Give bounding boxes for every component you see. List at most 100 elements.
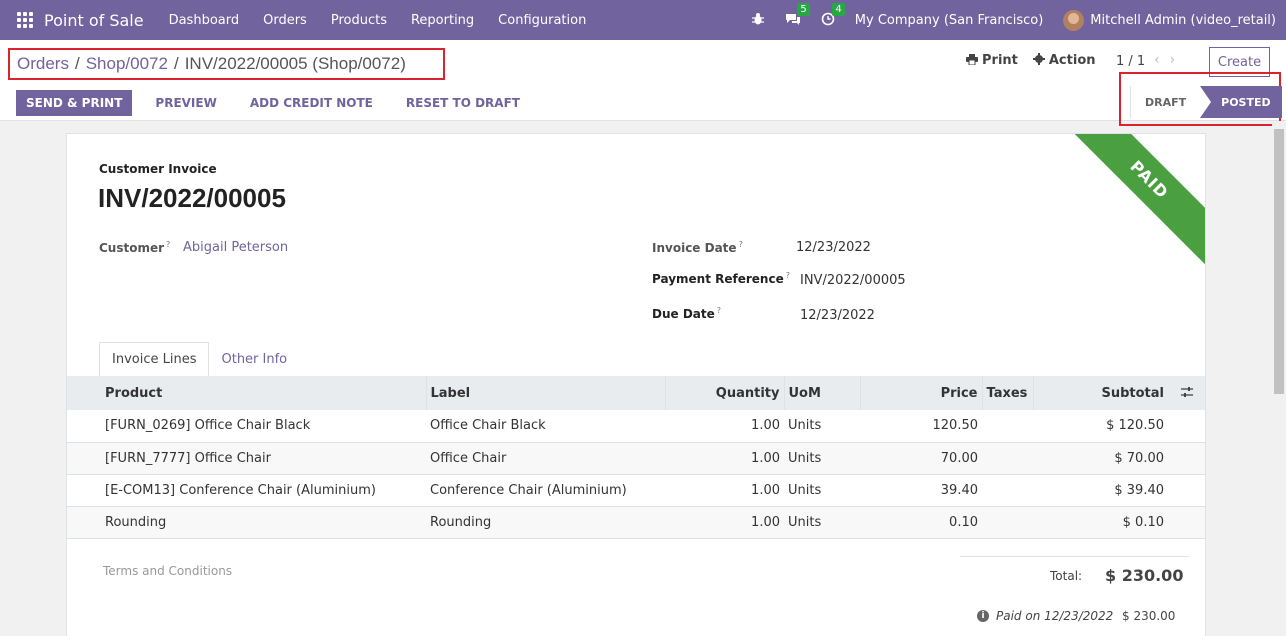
user-menu[interactable]: Mitchell Admin (video_retail)	[1090, 13, 1276, 28]
invoice-lines-table: Product Label Quantity UoM Price Taxes S…	[67, 376, 1205, 539]
send-print-button[interactable]: SEND & PRINT	[16, 90, 133, 116]
cell-subtotal: $ 39.40	[1114, 482, 1164, 498]
user-avatar[interactable]	[1063, 9, 1085, 31]
messages-count-badge: 5	[797, 3, 810, 16]
due-date-label: Due Date?	[652, 306, 722, 321]
cell-label[interactable]: Rounding	[426, 506, 665, 538]
table-row[interactable]: [FURN_0269] Office Chair Black Office Ch…	[67, 410, 1205, 442]
cell-label[interactable]: Office Chair	[426, 442, 665, 474]
pager-next-icon[interactable]: ›	[1170, 52, 1186, 68]
cell-uom[interactable]: Units	[784, 442, 860, 474]
debug-bug-icon[interactable]	[750, 12, 766, 28]
cell-quantity[interactable]: 1.00	[665, 410, 784, 442]
cell-uom[interactable]: Units	[784, 410, 860, 442]
table-header-row: Product Label Quantity UoM Price Taxes S…	[67, 376, 1205, 410]
action-button[interactable]: Action	[1032, 53, 1096, 68]
notebook-tabs: Invoice Lines Other Info	[99, 342, 299, 377]
menu-configuration[interactable]: Configuration	[498, 13, 586, 28]
optional-columns-icon[interactable]	[1168, 376, 1205, 410]
status-draft[interactable]: DRAFT	[1130, 86, 1201, 118]
breadcrumb: Orders / Shop/0072 / INV/2022/00005 (Sho…	[8, 48, 445, 80]
tab-other-info[interactable]: Other Info	[209, 342, 299, 377]
company-switcher[interactable]: My Company (San Francisco)	[855, 13, 1043, 28]
total-label: Total:	[1050, 569, 1083, 583]
header-quantity[interactable]: Quantity	[665, 376, 785, 410]
cell-product[interactable]: [E-COM13] Conference Chair (Aluminium)	[101, 474, 426, 506]
cell-uom[interactable]: Units	[784, 506, 860, 538]
menu-products[interactable]: Products	[331, 13, 387, 28]
cell-taxes[interactable]	[982, 442, 1033, 474]
header-uom[interactable]: UoM	[784, 376, 861, 410]
paid-ribbon: PAID	[1057, 134, 1205, 272]
control-panel: Orders / Shop/0072 / INV/2022/00005 (Sho…	[0, 40, 1286, 126]
invoice-sheet: PAID Customer Invoice INV/2022/00005 Cus…	[66, 133, 1206, 636]
activities-clock-icon[interactable]: 4	[820, 3, 845, 28]
cell-subtotal: $ 0.10	[1122, 514, 1164, 530]
table-row[interactable]: [FURN_7777] Office Chair Office Chair 1.…	[67, 442, 1205, 474]
invoice-date-label: Invoice Date?	[652, 240, 743, 255]
pager-previous-icon[interactable]: ‹	[1154, 52, 1170, 68]
header-taxes[interactable]: Taxes	[982, 376, 1034, 410]
header-price[interactable]: Price	[860, 376, 983, 410]
customer-label: Customer?	[99, 240, 171, 255]
menu-orders[interactable]: Orders	[263, 13, 307, 28]
pager-value[interactable]: 1 / 1	[1116, 54, 1145, 69]
cell-price[interactable]: 0.10	[860, 506, 982, 538]
breadcrumb-separator: /	[74, 54, 80, 73]
menu-dashboard[interactable]: Dashboard	[169, 13, 240, 28]
cell-taxes[interactable]	[982, 506, 1033, 538]
status-bar: DRAFT POSTED	[1130, 86, 1283, 118]
payment-info-text: Paid on 12/23/2022	[996, 609, 1114, 623]
cell-taxes[interactable]	[982, 410, 1033, 442]
cell-subtotal: $ 70.00	[1114, 450, 1164, 466]
menu-reporting[interactable]: Reporting	[411, 13, 474, 28]
header-label[interactable]: Label	[426, 376, 666, 410]
cell-uom[interactable]: Units	[784, 474, 860, 506]
cell-subtotal: $ 120.50	[1106, 418, 1164, 434]
info-icon[interactable]: i	[977, 610, 989, 622]
cell-quantity[interactable]: 1.00	[665, 442, 784, 474]
cell-quantity[interactable]: 1.00	[665, 474, 784, 506]
print-label: Print	[982, 53, 1018, 68]
table-row[interactable]: [E-COM13] Conference Chair (Aluminium) C…	[67, 474, 1205, 506]
breadcrumb-shop-order[interactable]: Shop/0072	[86, 54, 168, 74]
invoice-number: INV/2022/00005	[98, 183, 286, 213]
invoice-date-field[interactable]: 12/23/2022	[796, 240, 871, 255]
print-button[interactable]: Print	[966, 53, 1018, 68]
cell-product[interactable]: Rounding	[101, 506, 426, 538]
terms-and-conditions-field[interactable]: Terms and Conditions	[103, 564, 232, 578]
messages-icon[interactable]: 5	[785, 3, 810, 28]
cell-quantity[interactable]: 1.00	[665, 506, 784, 538]
cell-price[interactable]: 39.40	[860, 474, 982, 506]
customer-field[interactable]: Abigail Peterson	[183, 240, 288, 255]
reset-to-draft-button[interactable]: RESET TO DRAFT	[396, 90, 530, 116]
app-name[interactable]: Point of Sale	[44, 11, 144, 30]
header-product[interactable]: Product	[101, 376, 427, 410]
apps-menu-icon[interactable]	[17, 12, 33, 28]
vertical-scrollbar[interactable]	[1272, 121, 1286, 636]
cell-taxes[interactable]	[982, 474, 1033, 506]
status-posted[interactable]: POSTED	[1200, 86, 1283, 118]
add-credit-note-button[interactable]: ADD CREDIT NOTE	[240, 90, 383, 116]
action-label: Action	[1048, 53, 1096, 68]
breadcrumb-current: INV/2022/00005 (Shop/0072)	[184, 54, 406, 73]
total-value: $ 230.00	[1105, 566, 1184, 585]
scrollbar-thumb[interactable]	[1274, 129, 1284, 394]
cell-product[interactable]: [FURN_0269] Office Chair Black	[101, 410, 426, 442]
payment-reference-label: Payment Reference?	[652, 271, 790, 286]
header-subtotal[interactable]: Subtotal	[1033, 376, 1168, 410]
breadcrumb-orders[interactable]: Orders	[17, 54, 69, 74]
preview-button[interactable]: PREVIEW	[145, 90, 226, 116]
table-row[interactable]: Rounding Rounding 1.00 Units 0.10 $ 0.10	[67, 506, 1205, 538]
cell-price[interactable]: 120.50	[860, 410, 982, 442]
tab-invoice-lines[interactable]: Invoice Lines	[99, 342, 210, 377]
cell-label[interactable]: Conference Chair (Aluminium)	[426, 474, 665, 506]
cell-price[interactable]: 70.00	[860, 442, 982, 474]
payment-amount: $ 230.00	[1122, 609, 1176, 623]
payment-reference-field[interactable]: INV/2022/00005	[800, 273, 906, 288]
cell-product[interactable]: [FURN_7777] Office Chair	[101, 442, 426, 474]
breadcrumb-separator: /	[173, 54, 179, 73]
cell-label[interactable]: Office Chair Black	[426, 410, 665, 442]
due-date-field[interactable]: 12/23/2022	[800, 308, 875, 323]
header-spacer	[67, 376, 101, 410]
